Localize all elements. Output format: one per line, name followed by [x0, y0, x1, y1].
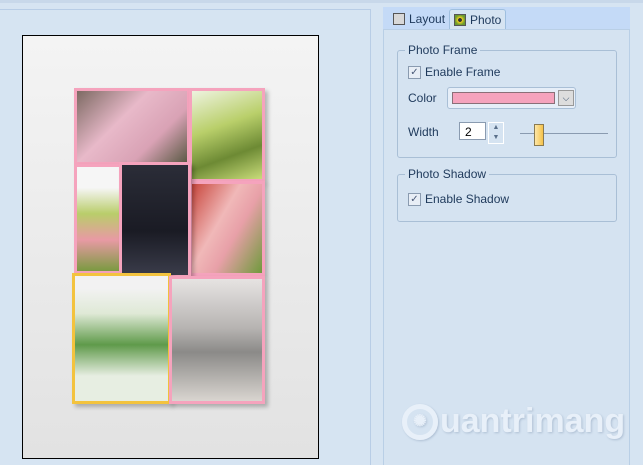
enable-frame-checkbox[interactable]: ✓ Enable Frame: [408, 65, 500, 79]
enable-shadow-checkbox[interactable]: ✓ Enable Shadow: [408, 192, 509, 206]
color-label: Color: [408, 91, 437, 105]
photo-friends[interactable]: [169, 276, 265, 404]
chevron-down-icon[interactable]: ⌵: [558, 90, 574, 106]
photo-shadow-group: Photo Shadow ✓ Enable Shadow: [397, 167, 617, 222]
watermark-text: uantrimang: [440, 402, 626, 440]
color-swatch: [452, 92, 555, 104]
lightbulb-icon: ✺: [402, 403, 438, 440]
watermark-logo: ✺ uantrimang: [402, 402, 625, 441]
photo-pink-flowers-right[interactable]: [189, 181, 265, 276]
checkmark-icon: ✓: [408, 65, 421, 79]
checkbox-label: Enable Frame: [425, 65, 501, 79]
photo-portrait[interactable]: [119, 162, 191, 278]
photo-pink-flowers-left[interactable]: [74, 164, 122, 274]
page-preview: [22, 35, 319, 459]
tab-label: Layout: [409, 11, 446, 26]
photo-cherry-path[interactable]: [74, 88, 190, 165]
checkmark-icon: ✓: [408, 192, 421, 206]
tab-layout[interactable]: Layout: [389, 9, 449, 28]
checkbox-label: Enable Shadow: [425, 192, 510, 206]
title-bar: [0, 0, 643, 3]
group-title: Photo Shadow: [405, 167, 490, 181]
width-label: Width: [408, 125, 439, 139]
tab-photo[interactable]: Photo: [449, 9, 507, 29]
tab-bar: Layout Photo: [383, 7, 630, 29]
slider-thumb[interactable]: [534, 124, 544, 146]
status-strip: [0, 465, 643, 473]
photo-white-flowers[interactable]: [72, 273, 171, 404]
layout-icon: [393, 12, 405, 25]
width-input[interactable]: 2: [459, 122, 486, 140]
photo-icon: [454, 13, 466, 26]
photo-tree[interactable]: [189, 88, 265, 182]
group-title: Photo Frame: [405, 43, 481, 57]
width-stepper[interactable]: ▲ ▼: [488, 122, 504, 144]
color-picker[interactable]: ⌵: [447, 87, 576, 109]
photo-frame-group: Photo Frame ✓ Enable Frame Color ⌵ Width…: [397, 43, 617, 158]
tab-label: Photo: [470, 12, 502, 27]
